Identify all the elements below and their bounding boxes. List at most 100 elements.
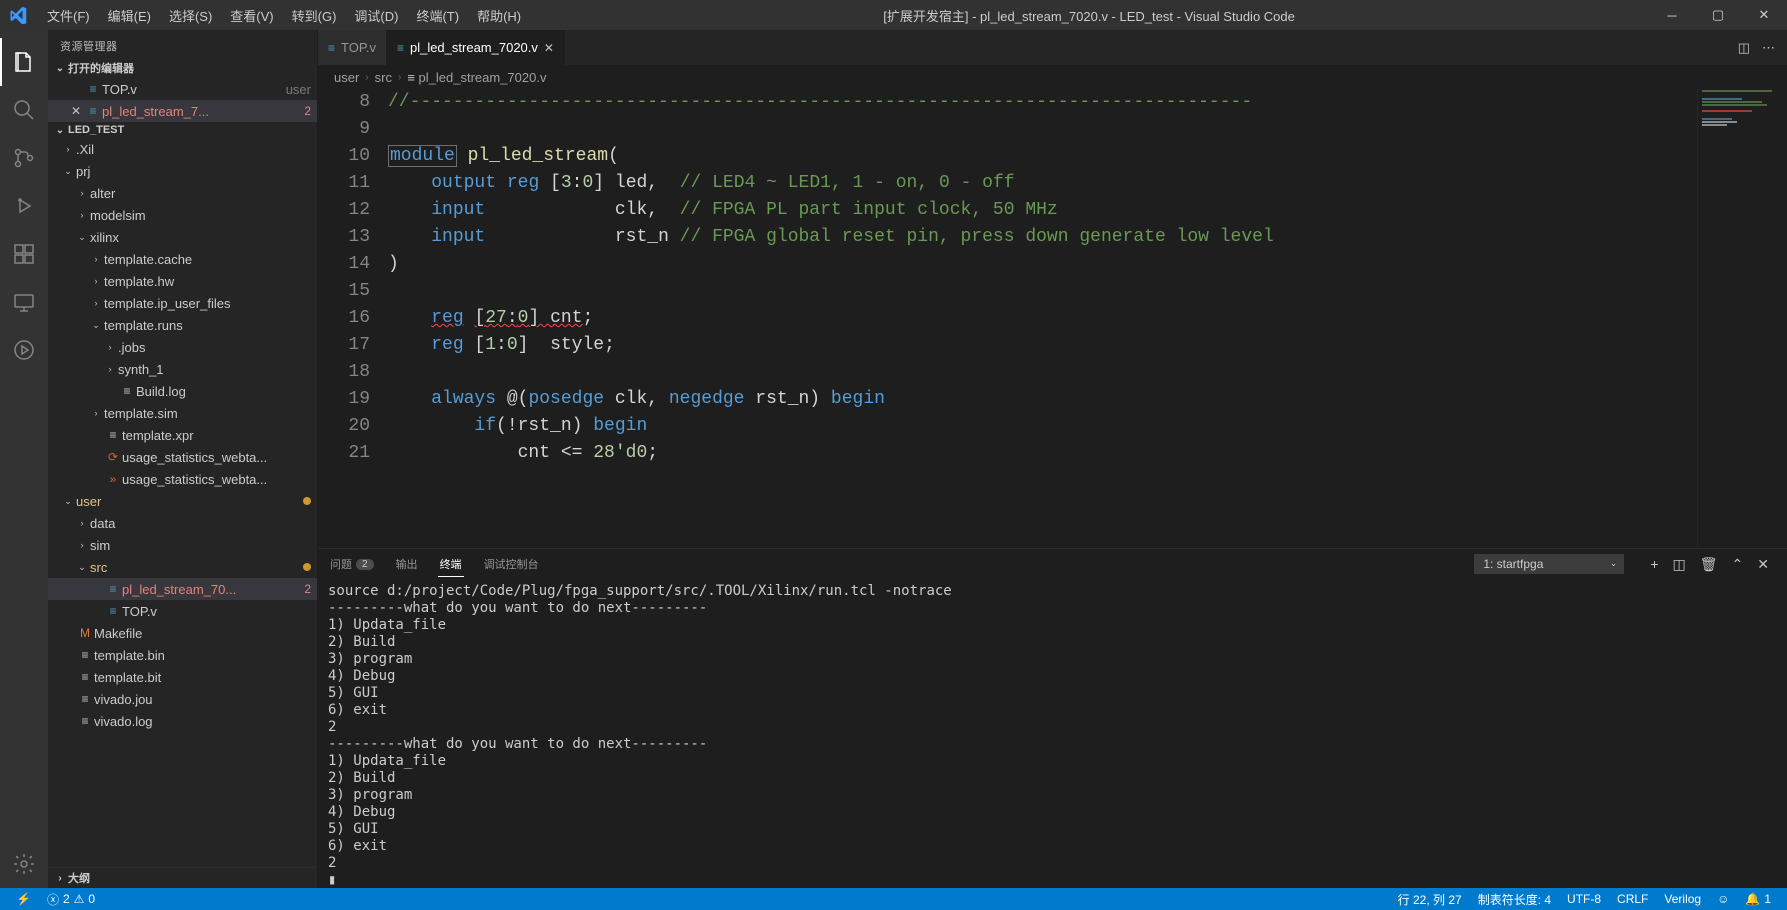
menu-item[interactable]: 查看(V) bbox=[222, 2, 281, 29]
tree-item[interactable]: ⌄src bbox=[48, 556, 317, 578]
tree-label: synth_1 bbox=[118, 362, 311, 377]
terminal-select[interactable]: 1: startfpga ⌄ bbox=[1474, 554, 1624, 574]
tree-item[interactable]: ≡template.bit bbox=[48, 666, 317, 688]
notifications[interactable]: 🔔 1 bbox=[1737, 892, 1779, 906]
feedback-icon[interactable]: ☺ bbox=[1709, 892, 1737, 906]
remote-icon[interactable] bbox=[0, 278, 48, 326]
file-icon: M bbox=[76, 626, 94, 640]
close-panel-icon[interactable]: ✕ bbox=[1757, 556, 1769, 573]
menu-item[interactable]: 选择(S) bbox=[161, 2, 220, 29]
tree-item[interactable]: ⌄prj bbox=[48, 160, 317, 182]
status-bar: ⚡ ⓧ 2 ⚠ 0 行 22, 列 27 制表符长度: 4 UTF-8 CRLF… bbox=[0, 888, 1787, 910]
tree-item[interactable]: ≡pl_led_stream_70...2 bbox=[48, 578, 317, 600]
editor-tab[interactable]: ≡pl_led_stream_7020.v✕ bbox=[387, 30, 565, 65]
panel-tab[interactable]: 调试控制台 bbox=[482, 552, 541, 577]
tree-label: Makefile bbox=[94, 626, 311, 641]
close-button[interactable]: ✕ bbox=[1741, 0, 1787, 30]
tree-item[interactable]: ›.Xil bbox=[48, 138, 317, 160]
tree-item[interactable]: ›template.hw bbox=[48, 270, 317, 292]
tree-item[interactable]: ⟳usage_statistics_webta... bbox=[48, 446, 317, 468]
tab-size[interactable]: 制表符长度: 4 bbox=[1470, 891, 1559, 908]
new-terminal-icon[interactable]: + bbox=[1650, 556, 1658, 573]
play-icon[interactable] bbox=[0, 326, 48, 374]
tree-item[interactable]: ≡TOP.v bbox=[48, 600, 317, 622]
eol[interactable]: CRLF bbox=[1609, 892, 1656, 906]
remote-status[interactable]: ⚡ bbox=[8, 892, 39, 906]
tree-label: usage_statistics_webta... bbox=[122, 472, 311, 487]
panel-tab[interactable]: 问题2 bbox=[328, 552, 376, 577]
badge: 2 bbox=[356, 559, 374, 570]
close-icon[interactable]: ✕ bbox=[544, 41, 554, 55]
language-mode[interactable]: Verilog bbox=[1656, 892, 1709, 906]
outline-header[interactable]: ›大纲 bbox=[48, 867, 317, 888]
debug-icon[interactable] bbox=[0, 182, 48, 230]
file-icon: ⟳ bbox=[104, 450, 122, 464]
open-editor-item[interactable]: ✕≡pl_led_stream_7...2 bbox=[48, 100, 317, 122]
tree-item[interactable]: MMakefile bbox=[48, 622, 317, 644]
tree-item[interactable]: ›alter bbox=[48, 182, 317, 204]
menu-item[interactable]: 编辑(E) bbox=[100, 2, 159, 29]
tree-item[interactable]: ≡vivado.log bbox=[48, 710, 317, 732]
more-actions-icon[interactable]: ⋯ bbox=[1762, 40, 1775, 56]
tree-item[interactable]: ›data bbox=[48, 512, 317, 534]
file-icon: ≡ bbox=[104, 604, 122, 618]
file-icon: ≡ bbox=[84, 82, 102, 96]
menu-item[interactable]: 转到(G) bbox=[284, 2, 345, 29]
menu-item[interactable]: 终端(T) bbox=[408, 2, 467, 29]
tree-item[interactable]: ≡template.bin bbox=[48, 644, 317, 666]
open-editor-item[interactable]: ≡TOP.vuser bbox=[48, 78, 317, 100]
breadcrumbs[interactable]: user›src›≡ pl_led_stream_7020.v bbox=[318, 65, 1787, 89]
breadcrumb-item[interactable]: ≡ pl_led_stream_7020.v bbox=[407, 70, 546, 85]
open-editors-header[interactable]: ⌄打开的编辑器 bbox=[48, 58, 317, 78]
encoding[interactable]: UTF-8 bbox=[1559, 892, 1609, 906]
project-header[interactable]: ⌄LED_TEST bbox=[48, 122, 317, 138]
tree-item[interactable]: ›.jobs bbox=[48, 336, 317, 358]
window-title: [扩展开发宿主] - pl_led_stream_7020.v - LED_te… bbox=[529, 6, 1649, 25]
split-terminal-icon[interactable]: ◫ bbox=[1673, 556, 1686, 573]
tree-item[interactable]: ›sim bbox=[48, 534, 317, 556]
tree-item[interactable]: ›template.sim bbox=[48, 402, 317, 424]
menu-item[interactable]: 调试(D) bbox=[346, 2, 406, 29]
source-control-icon[interactable] bbox=[0, 134, 48, 182]
tree-item[interactable]: ⌄template.runs bbox=[48, 314, 317, 336]
errors-status[interactable]: ⓧ 2 ⚠ 0 bbox=[39, 891, 103, 908]
tree-item[interactable]: ≡vivado.jou bbox=[48, 688, 317, 710]
settings-gear-icon[interactable] bbox=[0, 840, 48, 888]
chevron-icon: › bbox=[102, 364, 118, 374]
breadcrumb-item[interactable]: src bbox=[375, 70, 392, 85]
tree-item[interactable]: »usage_statistics_webta... bbox=[48, 468, 317, 490]
close-icon[interactable]: ✕ bbox=[68, 104, 84, 118]
menu-item[interactable]: 文件(F) bbox=[39, 2, 98, 29]
explorer-icon[interactable] bbox=[0, 38, 48, 86]
tree-item[interactable]: ›template.cache bbox=[48, 248, 317, 270]
terminal-output[interactable]: source d:/project/Code/Plug/fpga_support… bbox=[318, 579, 1787, 888]
panel-tab[interactable]: 输出 bbox=[394, 552, 420, 577]
tree-label: xilinx bbox=[90, 230, 311, 245]
editor-tab[interactable]: ≡TOP.v bbox=[318, 30, 387, 65]
tree-item[interactable]: ≡Build.log bbox=[48, 380, 317, 402]
tree-item[interactable]: ⌄xilinx bbox=[48, 226, 317, 248]
menu-item[interactable]: 帮助(H) bbox=[469, 2, 529, 29]
maximize-button[interactable]: ▢ bbox=[1695, 0, 1741, 30]
search-icon[interactable] bbox=[0, 86, 48, 134]
chevron-icon: › bbox=[74, 210, 90, 220]
code-editor[interactable]: 89101112131415161718192021 //-----------… bbox=[318, 89, 1787, 548]
tree-item[interactable]: ›template.ip_user_files bbox=[48, 292, 317, 314]
tree-label: Build.log bbox=[136, 384, 311, 399]
code-content[interactable]: //--------------------------------------… bbox=[388, 89, 1787, 548]
split-editor-icon[interactable]: ◫ bbox=[1738, 40, 1750, 56]
chevron-icon: › bbox=[88, 408, 104, 418]
tree-label: data bbox=[90, 516, 311, 531]
maximize-panel-icon[interactable]: ⌃ bbox=[1732, 556, 1744, 573]
minimap[interactable] bbox=[1697, 89, 1787, 548]
panel-tab[interactable]: 终端 bbox=[438, 552, 464, 577]
tree-item[interactable]: ≡template.xpr bbox=[48, 424, 317, 446]
extensions-icon[interactable] bbox=[0, 230, 48, 278]
kill-terminal-icon[interactable]: 🗑 bbox=[1700, 556, 1718, 573]
tree-item[interactable]: ⌄user bbox=[48, 490, 317, 512]
breadcrumb-item[interactable]: user bbox=[334, 70, 359, 85]
cursor-position[interactable]: 行 22, 列 27 bbox=[1390, 891, 1470, 908]
tree-item[interactable]: ›synth_1 bbox=[48, 358, 317, 380]
tree-item[interactable]: ›modelsim bbox=[48, 204, 317, 226]
minimize-button[interactable]: ─ bbox=[1649, 0, 1695, 30]
